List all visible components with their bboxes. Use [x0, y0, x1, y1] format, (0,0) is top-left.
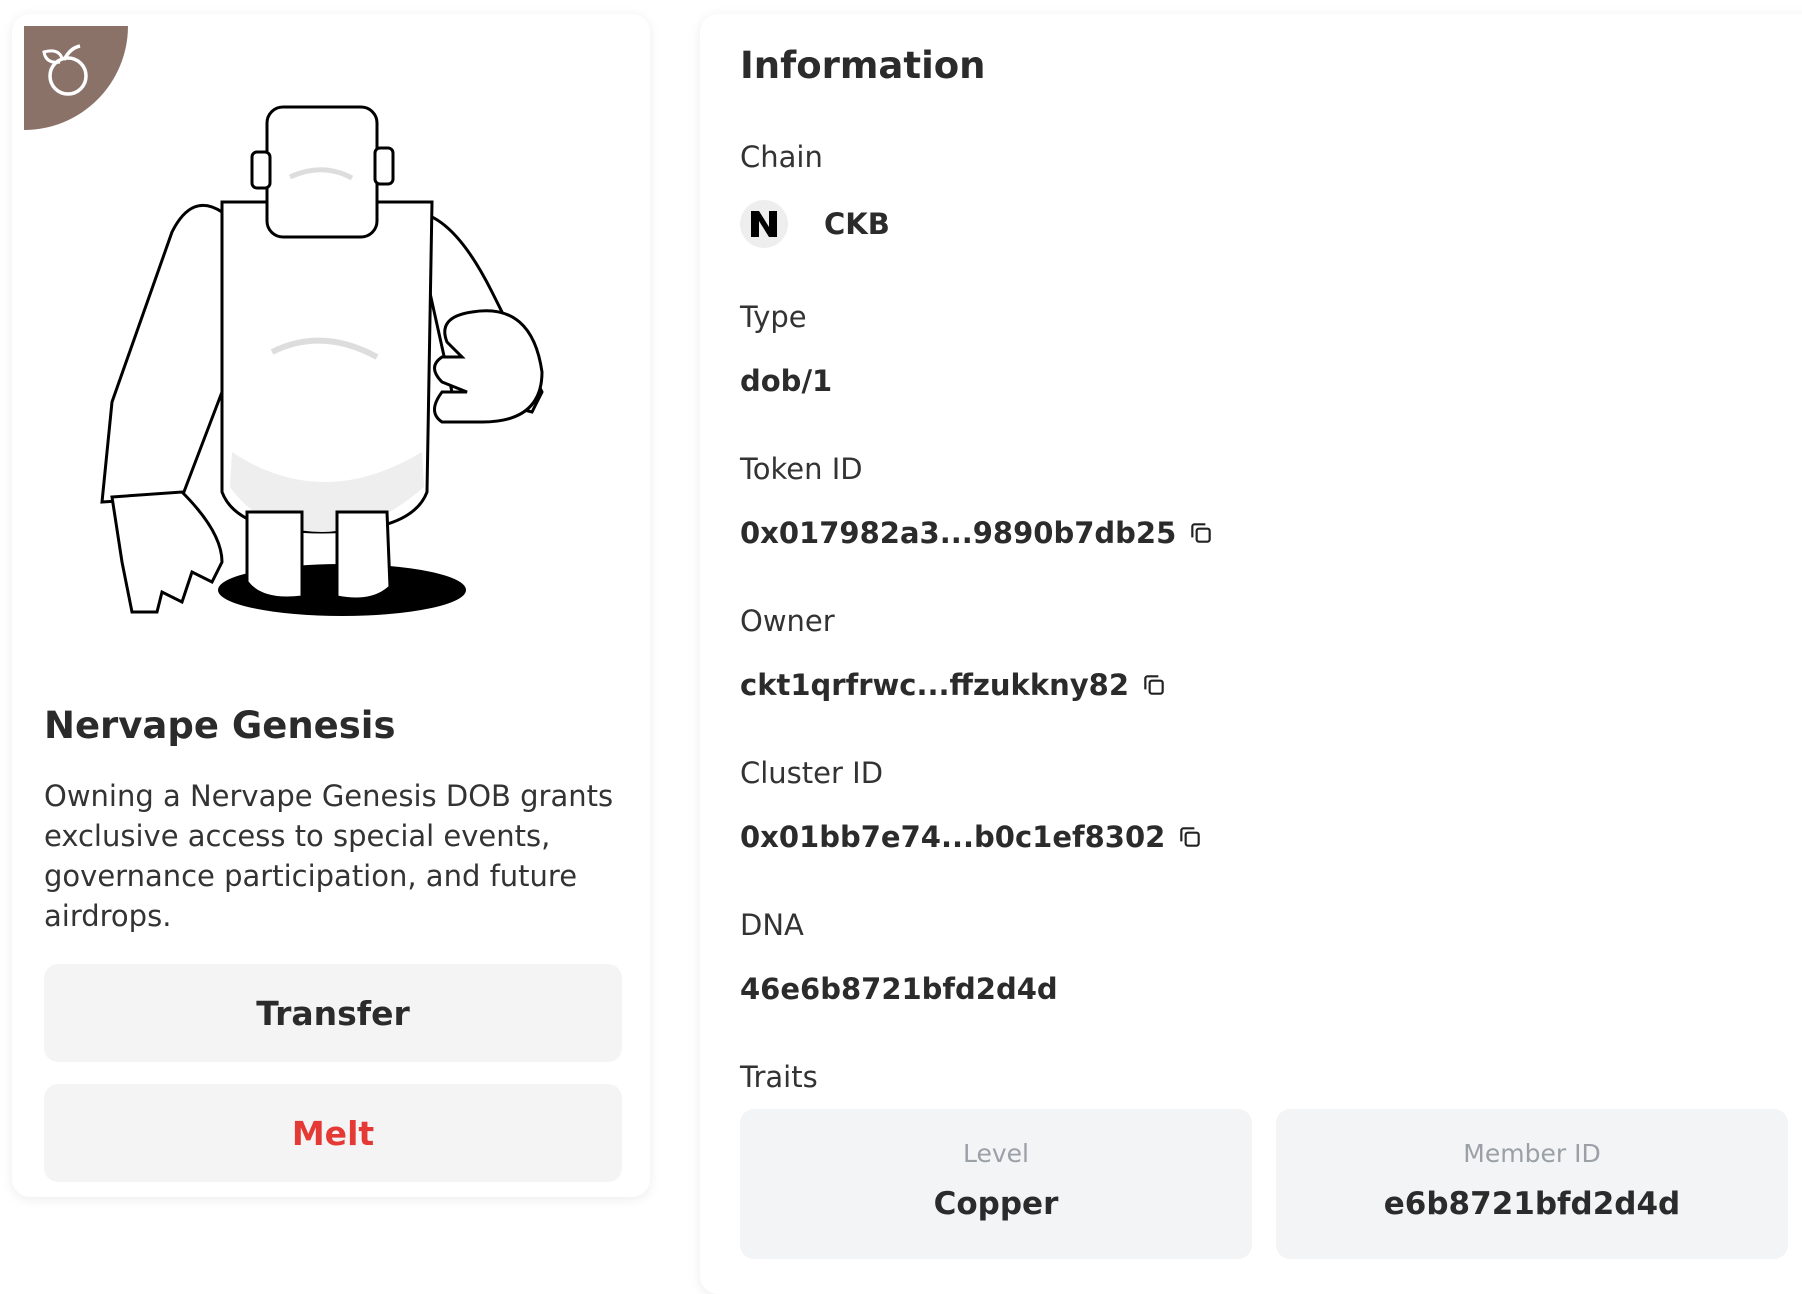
cluster-id-label: Cluster ID — [740, 756, 884, 790]
copy-icon[interactable] — [1177, 824, 1203, 850]
trait-value: Copper — [933, 1186, 1059, 1222]
nervos-logo-icon — [740, 200, 788, 248]
type-value: dob/1 — [740, 364, 833, 398]
token-id-value: 0x017982a3...9890b7db25 — [740, 516, 1177, 550]
chain-value: CKB — [824, 207, 890, 241]
cluster-id-row: 0x01bb7e74...b0c1ef8302 — [740, 820, 1203, 854]
nft-description: Owning a Nervape Genesis DOB grants excl… — [44, 779, 614, 933]
copy-icon[interactable] — [1188, 520, 1214, 546]
trait-card-member-id: Member ID e6b8721bfd2d4d — [1276, 1109, 1788, 1259]
dna-value: 46e6b8721bfd2d4d — [740, 972, 1058, 1006]
trait-label: Level — [963, 1139, 1029, 1168]
nft-title: Nervape Genesis — [44, 704, 396, 747]
information-panel: Information Chain CKB Type dob/1 Token I… — [700, 14, 1802, 1294]
owner-row: ckt1qrfrwc...ffzukkny82 — [740, 668, 1167, 702]
token-id-row: 0x017982a3...9890b7db25 — [740, 516, 1214, 550]
information-heading: Information — [740, 44, 986, 87]
traits-label: Traits — [740, 1060, 818, 1094]
trait-card-level: Level Copper — [740, 1109, 1252, 1259]
chain-value-row: CKB — [740, 200, 890, 248]
dna-label: DNA — [740, 908, 804, 942]
nft-card: Nervape Genesis Owning a Nervape Genesis… — [12, 14, 650, 1197]
chain-label: Chain — [740, 140, 823, 174]
transfer-button[interactable]: Transfer — [44, 964, 622, 1062]
cluster-id-value: 0x01bb7e74...b0c1ef8302 — [740, 820, 1166, 854]
token-id-label: Token ID — [740, 452, 863, 486]
owner-label: Owner — [740, 604, 835, 638]
nervape-artwork — [100, 105, 544, 616]
copy-icon[interactable] — [1141, 672, 1167, 698]
owner-value: ckt1qrfrwc...ffzukkny82 — [740, 668, 1130, 702]
trait-label: Member ID — [1463, 1139, 1601, 1168]
trait-value: e6b8721bfd2d4d — [1383, 1186, 1681, 1222]
melt-button[interactable]: Melt — [44, 1084, 622, 1182]
type-label: Type — [740, 300, 807, 334]
